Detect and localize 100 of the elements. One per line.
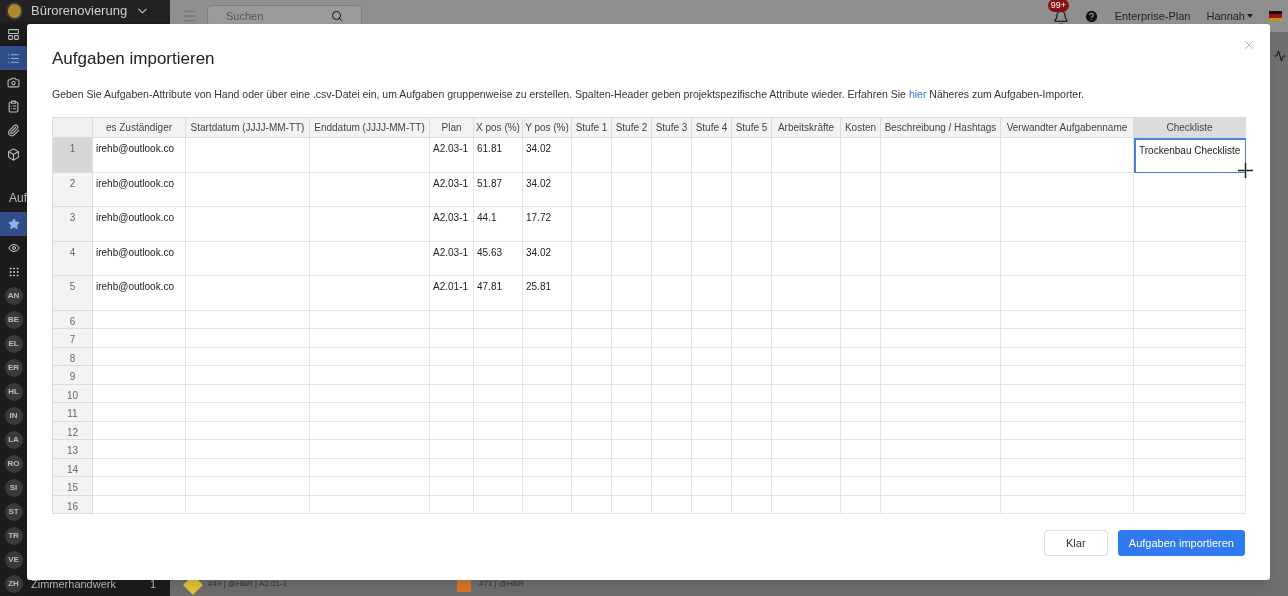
table-cell[interactable] — [93, 384, 186, 403]
table-cell[interactable] — [1001, 366, 1134, 385]
table-cell[interactable] — [881, 384, 1001, 403]
table-cell[interactable] — [186, 347, 310, 366]
table-cell[interactable] — [310, 421, 430, 440]
table-cell[interactable] — [732, 310, 772, 329]
table-cell[interactable] — [881, 172, 1001, 207]
table-cell[interactable] — [474, 421, 523, 440]
table-cell[interactable] — [310, 138, 430, 173]
table-cell[interactable] — [186, 495, 310, 514]
table-cell[interactable] — [612, 347, 652, 366]
table-cell[interactable] — [572, 329, 612, 348]
table-cell[interactable] — [523, 403, 572, 422]
table-cell[interactable] — [772, 138, 841, 173]
column-header[interactable]: Stufe 3 — [652, 118, 692, 138]
table-cell[interactable] — [732, 347, 772, 366]
table-cell[interactable] — [881, 458, 1001, 477]
table-cell[interactable] — [732, 495, 772, 514]
table-cell[interactable] — [692, 421, 732, 440]
table-cell[interactable] — [523, 366, 572, 385]
table-cell[interactable] — [772, 366, 841, 385]
table-cell[interactable] — [732, 241, 772, 276]
table-cell[interactable] — [186, 276, 310, 311]
table-cell[interactable] — [1134, 495, 1246, 514]
table-cell[interactable] — [430, 310, 474, 329]
table-cell[interactable] — [772, 421, 841, 440]
table-cell[interactable] — [186, 384, 310, 403]
table-cell[interactable] — [881, 477, 1001, 496]
table-cell[interactable] — [692, 347, 732, 366]
table-cell[interactable] — [430, 347, 474, 366]
row-number[interactable]: 13 — [53, 440, 93, 459]
table-cell[interactable]: A2.03-1 — [430, 207, 474, 242]
table-cell[interactable] — [474, 366, 523, 385]
table-cell[interactable] — [186, 310, 310, 329]
table-cell[interactable] — [430, 495, 474, 514]
table-cell[interactable] — [186, 329, 310, 348]
menu-icon[interactable] — [182, 8, 198, 24]
table-cell[interactable] — [732, 329, 772, 348]
table-cell[interactable] — [692, 458, 732, 477]
table-cell[interactable] — [652, 329, 692, 348]
table-cell[interactable] — [474, 477, 523, 496]
table-cell[interactable] — [881, 329, 1001, 348]
table-cell[interactable] — [474, 458, 523, 477]
table-cell[interactable] — [881, 440, 1001, 459]
group-badge[interactable]: AN — [4, 287, 23, 305]
column-header[interactable]: Stufe 1 — [572, 118, 612, 138]
help-link[interactable]: hier — [908, 88, 927, 100]
group-badge[interactable]: RO — [4, 455, 23, 473]
table-cell[interactable] — [841, 458, 881, 477]
table-cell[interactable] — [1134, 310, 1246, 329]
table-cell[interactable] — [652, 403, 692, 422]
table-cell[interactable]: 34.02 — [523, 241, 572, 276]
table-cell[interactable] — [772, 403, 841, 422]
table-cell[interactable] — [310, 241, 430, 276]
table-cell[interactable]: 61.81 — [474, 138, 523, 173]
table-cell[interactable] — [310, 347, 430, 366]
table-cell[interactable] — [732, 403, 772, 422]
table-cell[interactable] — [652, 458, 692, 477]
table-cell[interactable] — [93, 458, 186, 477]
table-cell[interactable] — [772, 384, 841, 403]
group-badge[interactable]: VE — [4, 551, 23, 569]
group-badge[interactable]: EL — [4, 335, 23, 353]
table-cell[interactable] — [523, 477, 572, 496]
table-cell[interactable] — [612, 366, 652, 385]
table-cell[interactable] — [652, 384, 692, 403]
table-cell[interactable]: 47.81 — [474, 276, 523, 311]
table-cell[interactable] — [612, 138, 652, 173]
table-cell[interactable] — [841, 440, 881, 459]
table-cell[interactable] — [612, 384, 652, 403]
table-cell[interactable]: 51.87 — [474, 172, 523, 207]
table-cell[interactable] — [732, 366, 772, 385]
table-cell[interactable] — [692, 276, 732, 311]
group-badge[interactable]: LA — [4, 431, 23, 449]
table-cell[interactable] — [474, 384, 523, 403]
column-header[interactable]: Startdatum (JJJJ-MM-TT) — [186, 118, 310, 138]
table-cell[interactable] — [652, 347, 692, 366]
table-cell[interactable]: A2.03-1 — [430, 138, 474, 173]
table-cell[interactable] — [881, 276, 1001, 311]
table-cell[interactable] — [652, 440, 692, 459]
table-cell[interactable] — [652, 241, 692, 276]
table-cell[interactable] — [310, 384, 430, 403]
table-cell[interactable] — [841, 384, 881, 403]
table-cell[interactable] — [1001, 207, 1134, 242]
row-number[interactable]: 15 — [53, 477, 93, 496]
table-cell[interactable] — [186, 403, 310, 422]
table-cell[interactable] — [692, 241, 732, 276]
table-cell[interactable] — [474, 440, 523, 459]
table-cell[interactable]: irehb@outlook.co — [93, 276, 186, 311]
table-cell[interactable] — [523, 440, 572, 459]
table-cell[interactable] — [186, 172, 310, 207]
table-cell[interactable]: 44.1 — [474, 207, 523, 242]
table-cell[interactable] — [1001, 241, 1134, 276]
table-cell[interactable] — [93, 421, 186, 440]
table-cell[interactable] — [186, 477, 310, 496]
table-cell[interactable] — [772, 347, 841, 366]
group-badge[interactable]: IN — [4, 407, 23, 425]
column-header[interactable]: Stufe 4 — [692, 118, 732, 138]
table-cell[interactable] — [1001, 495, 1134, 514]
table-cell[interactable] — [1001, 172, 1134, 207]
table-cell[interactable] — [881, 241, 1001, 276]
